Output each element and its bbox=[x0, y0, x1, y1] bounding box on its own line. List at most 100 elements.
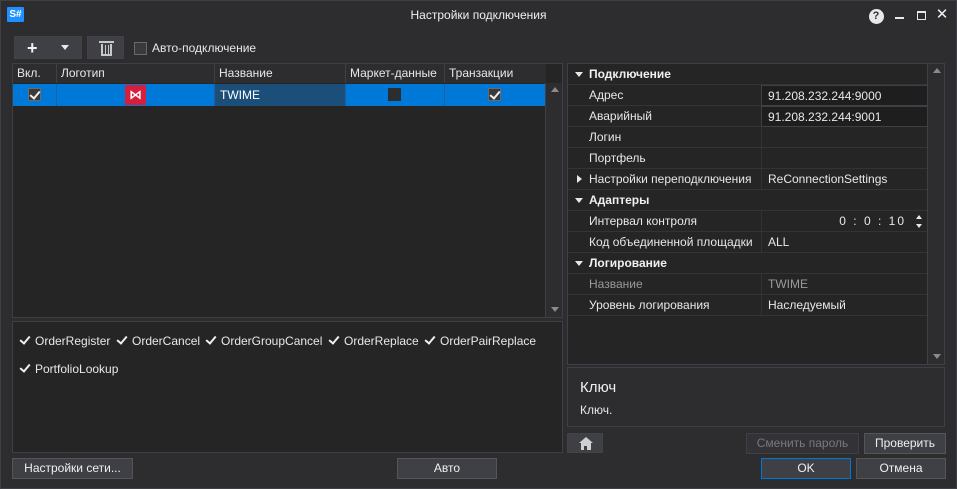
category-title: Подключение bbox=[589, 67, 671, 81]
property-label: Настройки переподключения bbox=[589, 172, 752, 186]
autoconnect-label: Авто-подключение bbox=[152, 41, 257, 55]
message-checkbox[interactable] bbox=[424, 334, 437, 347]
property-board-code[interactable]: Код объединенной площадки ALL bbox=[568, 232, 928, 253]
property-label: Название bbox=[589, 277, 643, 291]
message-label: OrderReplace bbox=[344, 334, 419, 348]
property-grid-scrollbar[interactable] bbox=[927, 64, 944, 364]
interval-spinner[interactable] bbox=[916, 214, 924, 229]
close-button[interactable]: ✕ bbox=[932, 5, 952, 25]
delete-connection-button[interactable] bbox=[87, 36, 124, 59]
cell-logo: ⋈ bbox=[57, 84, 215, 106]
minimize-icon bbox=[894, 17, 904, 19]
market-data-checkbox[interactable] bbox=[388, 88, 401, 101]
property-label: Код объединенной площадки bbox=[589, 235, 753, 249]
category-logging[interactable]: Логирование bbox=[568, 253, 928, 274]
maximize-icon bbox=[916, 11, 926, 20]
log-level-select[interactable]: Наследуемый bbox=[761, 295, 928, 316]
home-button[interactable] bbox=[567, 433, 603, 453]
message-label: OrderCancel bbox=[132, 334, 201, 348]
property-backup-address[interactable]: Аварийный 91.208.232.244:9001 bbox=[568, 106, 928, 127]
spin-up-icon bbox=[916, 215, 922, 219]
autoconnect-toggle[interactable]: Авто-подключение bbox=[134, 41, 256, 56]
minimize-button[interactable] bbox=[889, 5, 909, 25]
supported-messages-panel: OrderRegister OrderCancel OrderGroupCanc… bbox=[12, 321, 563, 453]
scroll-down-icon[interactable] bbox=[933, 354, 941, 359]
property-reconnect-settings[interactable]: Настройки переподключения ReConnectionSe… bbox=[568, 169, 928, 190]
cancel-button[interactable]: Отмена bbox=[856, 458, 946, 479]
column-header-market-data[interactable]: Маркет-данные bbox=[346, 64, 445, 83]
category-connection[interactable]: Подключение bbox=[568, 64, 928, 85]
column-header-transactions[interactable]: Транзакции bbox=[445, 64, 546, 83]
maximize-button[interactable] bbox=[911, 5, 931, 25]
message-checkbox[interactable] bbox=[19, 362, 32, 375]
grid-scrollbar[interactable] bbox=[545, 83, 562, 317]
title-bar[interactable]: S# Настройки подключения ? ✕ bbox=[1, 1, 956, 30]
help-button[interactable]: ? bbox=[866, 5, 886, 25]
collapse-icon[interactable] bbox=[575, 72, 583, 77]
scroll-up-icon[interactable] bbox=[933, 68, 941, 73]
add-connection-button[interactable]: + bbox=[14, 36, 82, 59]
property-control-interval[interactable]: Интервал контроля 0 : 0 : 10 bbox=[568, 211, 928, 232]
grid-header: Вкл. Логотип Название Маркет-данные Тран… bbox=[13, 64, 546, 83]
log-name-value: TWIME bbox=[761, 274, 928, 295]
login-input[interactable] bbox=[761, 127, 928, 148]
expand-icon[interactable] bbox=[577, 175, 582, 183]
cell-enabled bbox=[13, 84, 57, 106]
property-log-name[interactable]: Название TWIME bbox=[568, 274, 928, 295]
property-log-level[interactable]: Уровень логирования Наследуемый bbox=[568, 295, 928, 316]
connections-grid: Вкл. Логотип Название Маркет-данные Тран… bbox=[12, 63, 563, 318]
property-label: Логин bbox=[589, 130, 622, 144]
category-title: Логирование bbox=[589, 256, 667, 270]
interval-value: 0 : 0 : 10 bbox=[839, 214, 906, 228]
category-title: Адаптеры bbox=[589, 193, 650, 207]
message-checkbox[interactable] bbox=[19, 334, 32, 347]
message-label: OrderPairReplace bbox=[440, 334, 537, 348]
message-checkbox[interactable] bbox=[116, 334, 129, 347]
address-input[interactable]: 91.208.232.244:9000 bbox=[761, 85, 928, 106]
collapse-icon[interactable] bbox=[575, 198, 583, 203]
property-address[interactable]: Адрес 91.208.232.244:9000 bbox=[568, 85, 928, 106]
ok-button[interactable]: OK bbox=[761, 458, 851, 479]
window-title: Настройки подключения bbox=[410, 8, 547, 22]
network-settings-button[interactable]: Настройки сети... bbox=[12, 458, 133, 479]
property-grid: Подключение Адрес 91.208.232.244:9000 Ав… bbox=[567, 63, 945, 365]
description-heading: Ключ bbox=[580, 379, 617, 396]
category-adapters[interactable]: Адаптеры bbox=[568, 190, 928, 211]
property-label: Аварийный bbox=[589, 109, 652, 123]
property-label: Уровень логирования bbox=[589, 298, 710, 312]
property-label: Адрес bbox=[589, 88, 624, 102]
trash-icon bbox=[99, 40, 114, 56]
cell-transactions bbox=[445, 84, 546, 106]
interval-input[interactable]: 0 : 0 : 10 bbox=[761, 211, 928, 232]
property-label: Интервал контроля bbox=[589, 214, 697, 228]
cell-market-data bbox=[346, 84, 445, 106]
collapse-icon[interactable] bbox=[575, 261, 583, 266]
chevron-down-icon[interactable] bbox=[61, 45, 69, 50]
check-button[interactable]: Проверить bbox=[864, 433, 946, 454]
property-description: Ключ Ключ. bbox=[567, 367, 945, 427]
property-login[interactable]: Логин bbox=[568, 127, 928, 148]
column-header-enabled[interactable]: Вкл. bbox=[13, 64, 57, 83]
change-password-button[interactable]: Сменить пароль bbox=[746, 433, 859, 454]
autoconnect-checkbox[interactable] bbox=[134, 42, 147, 56]
enabled-checkbox[interactable] bbox=[28, 88, 41, 101]
property-portfolio[interactable]: Портфель bbox=[568, 148, 928, 169]
column-header-name[interactable]: Название bbox=[215, 64, 346, 83]
message-checkbox[interactable] bbox=[205, 334, 218, 347]
description-text: Ключ. bbox=[580, 403, 613, 417]
scroll-up-icon[interactable] bbox=[551, 87, 559, 92]
message-label: OrderRegister bbox=[35, 334, 111, 348]
scroll-down-icon[interactable] bbox=[551, 307, 559, 312]
backup-address-input[interactable]: 91.208.232.244:9001 bbox=[761, 106, 928, 127]
message-checkbox[interactable] bbox=[328, 334, 341, 347]
home-icon bbox=[579, 437, 593, 450]
portfolio-input[interactable] bbox=[761, 148, 928, 169]
spin-down-icon bbox=[916, 224, 922, 228]
table-row[interactable]: ⋈ TWIME bbox=[13, 84, 546, 106]
transactions-checkbox[interactable] bbox=[488, 88, 501, 101]
message-label: OrderGroupCancel bbox=[221, 334, 323, 348]
board-code-input[interactable]: ALL bbox=[761, 232, 928, 253]
column-header-logo[interactable]: Логотип bbox=[57, 64, 215, 83]
auto-button[interactable]: Авто bbox=[397, 458, 497, 479]
twime-logo: ⋈ bbox=[125, 85, 146, 105]
